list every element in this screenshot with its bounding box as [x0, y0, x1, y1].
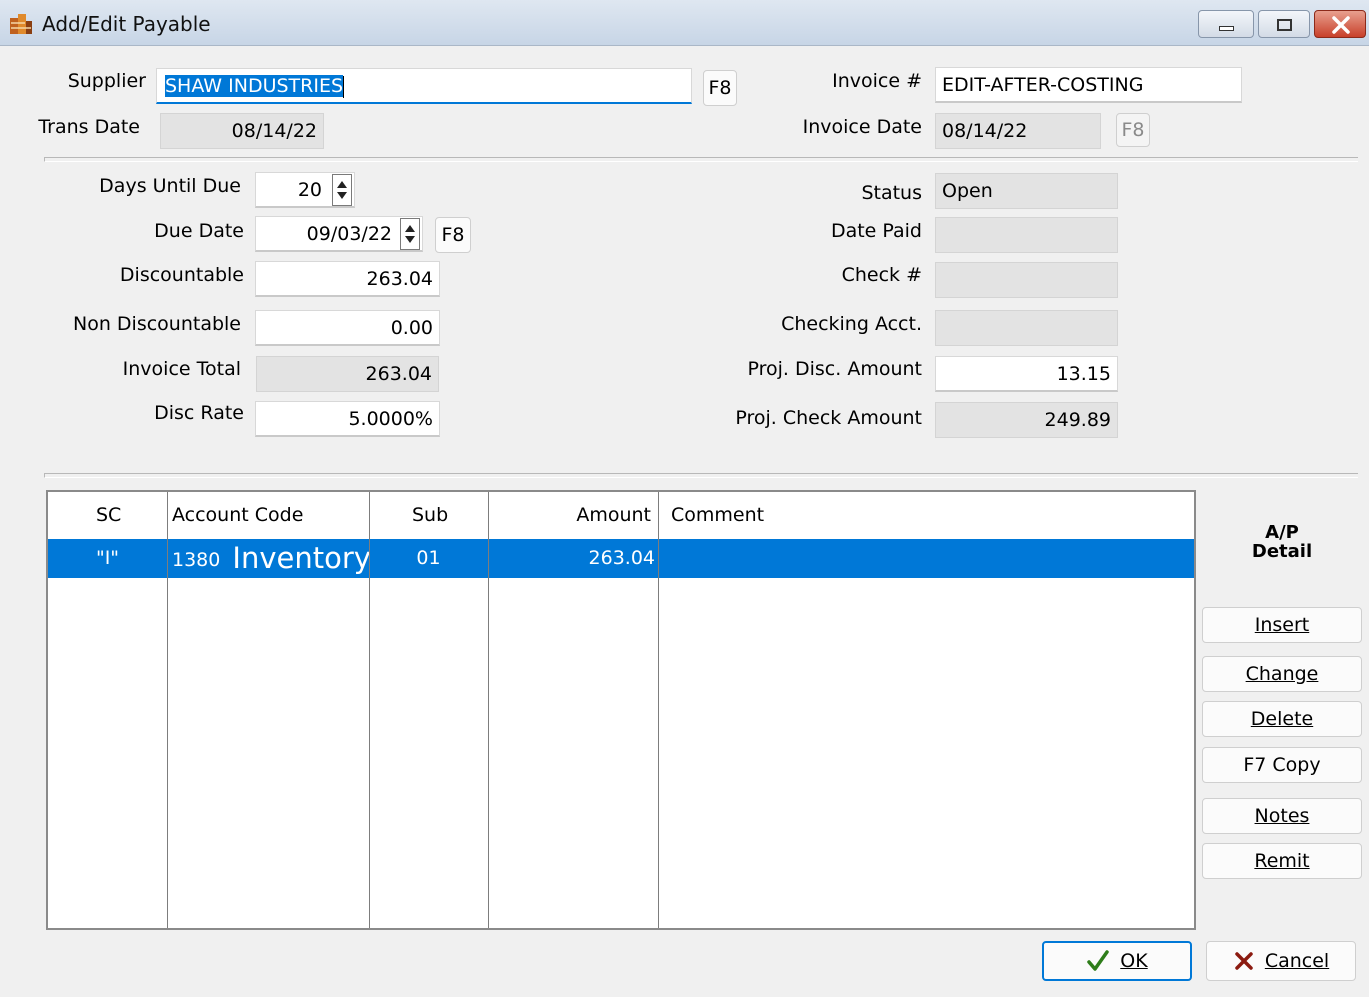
due-date-lookup-button[interactable]: F8	[435, 217, 471, 253]
remit-button[interactable]: Remit	[1202, 843, 1362, 879]
column-header-sub[interactable]: Sub	[412, 492, 448, 538]
discountable-label: Discountable	[119, 264, 244, 286]
status-field: Open	[935, 173, 1118, 209]
supplier-field[interactable]: SHAW INDUSTRIES	[156, 68, 692, 104]
checkmark-icon	[1087, 950, 1110, 971]
invoice-total-field: 263.04	[256, 356, 439, 392]
disc-rate-label: Disc Rate	[154, 402, 244, 424]
cell-amount: 263.04	[588, 547, 655, 569]
supplier-label: Supplier	[67, 70, 146, 92]
invoice-date-label: Invoice Date	[802, 116, 922, 138]
check-number-field	[935, 262, 1118, 298]
cancel-x-icon	[1235, 952, 1253, 970]
invoice-date-lookup-button[interactable]: F8	[1116, 113, 1150, 147]
column-divider	[658, 492, 659, 928]
spin-down-icon	[405, 236, 415, 243]
non-discountable-label: Non Discountable	[72, 313, 241, 335]
restore-icon	[1277, 19, 1292, 31]
separator-bottom	[44, 473, 1358, 478]
ok-label: OK	[1120, 950, 1148, 972]
window-title: Add/Edit Payable	[42, 12, 211, 36]
copy-button[interactable]: F7 Copy	[1202, 747, 1362, 783]
invoice-date-field: 08/14/22	[935, 113, 1101, 149]
change-label: Change	[1245, 663, 1319, 685]
status-label: Status	[861, 182, 922, 204]
trans-date-field: 08/14/22	[160, 113, 324, 149]
due-date-field[interactable]: 09/03/22	[255, 216, 423, 252]
column-header-sc[interactable]: SC	[96, 492, 121, 538]
minimize-icon	[1219, 26, 1234, 31]
checking-acct-label: Checking Acct.	[781, 313, 922, 335]
notes-label: Notes	[1254, 805, 1310, 827]
column-header-account-code[interactable]: Account Code	[172, 492, 303, 538]
close-button[interactable]	[1314, 10, 1366, 38]
cancel-button[interactable]: Cancel	[1206, 941, 1356, 981]
supplier-lookup-button[interactable]: F8	[703, 70, 737, 106]
account-code-number: 1380	[172, 549, 221, 571]
ap-detail-heading-line2: Detail	[1251, 541, 1313, 562]
close-icon	[1332, 16, 1350, 34]
proj-disc-amount-field[interactable]: 13.15	[935, 356, 1118, 392]
ok-button[interactable]: OK	[1042, 941, 1192, 981]
checking-acct-field	[935, 310, 1118, 346]
column-divider	[488, 492, 489, 928]
cell-sub: 01	[416, 547, 441, 569]
delete-label: Delete	[1250, 708, 1314, 730]
change-button[interactable]: Change	[1202, 656, 1362, 692]
column-header-comment[interactable]: Comment	[671, 492, 764, 538]
notes-button[interactable]: Notes	[1202, 798, 1362, 834]
column-divider	[369, 492, 370, 928]
supplier-value: SHAW INDUSTRIES	[165, 75, 344, 97]
proj-check-amount-label: Proj. Check Amount	[735, 407, 922, 429]
date-paid-label: Date Paid	[830, 220, 922, 242]
days-until-due-label: Days Until Due	[99, 175, 241, 197]
column-header-amount[interactable]: Amount	[488, 492, 651, 538]
due-date-spinner[interactable]	[400, 218, 420, 250]
restore-button[interactable]	[1258, 10, 1310, 38]
ap-detail-heading: A/P Detail	[1202, 523, 1362, 561]
check-number-label: Check #	[841, 264, 922, 286]
delete-button[interactable]: Delete	[1202, 701, 1362, 737]
ap-detail-grid[interactable]: SC Account Code Sub Amount Comment "I" 1…	[46, 490, 1196, 930]
cancel-label: Cancel	[1264, 950, 1330, 972]
proj-check-amount-field: 249.89	[935, 402, 1118, 438]
app-icon	[10, 14, 32, 34]
due-date-label: Due Date	[154, 220, 244, 242]
trans-date-label: Trans Date	[38, 116, 140, 138]
table-row[interactable]: "I" 1380 Inventory 01 263.04	[48, 539, 1194, 578]
proj-disc-amount-label: Proj. Disc. Amount	[747, 358, 923, 380]
minimize-button[interactable]	[1198, 10, 1254, 38]
invoice-number-field[interactable]: EDIT-AFTER-COSTING	[935, 67, 1242, 103]
column-divider	[167, 492, 168, 928]
insert-button[interactable]: Insert	[1202, 607, 1362, 643]
spin-down-icon	[337, 192, 347, 199]
insert-label: Insert	[1254, 614, 1310, 636]
ap-detail-heading-line1: A/P	[1265, 522, 1299, 543]
disc-rate-field[interactable]: 5.0000%	[255, 401, 440, 437]
cell-sc: "I"	[95, 547, 120, 569]
discountable-field[interactable]: 263.04	[255, 261, 440, 297]
date-paid-field	[935, 217, 1118, 253]
invoice-number-label: Invoice #	[832, 70, 922, 92]
invoice-total-label: Invoice Total	[122, 358, 241, 380]
spin-up-icon	[337, 181, 347, 188]
spin-up-icon	[405, 225, 415, 232]
account-name: Inventory	[232, 541, 371, 575]
cell-account-code: 1380 Inventory	[172, 539, 371, 578]
remit-label: Remit	[1254, 850, 1310, 872]
non-discountable-field[interactable]: 0.00	[255, 310, 440, 346]
separator-top	[44, 157, 1358, 162]
days-until-due-spinner[interactable]	[332, 174, 352, 206]
